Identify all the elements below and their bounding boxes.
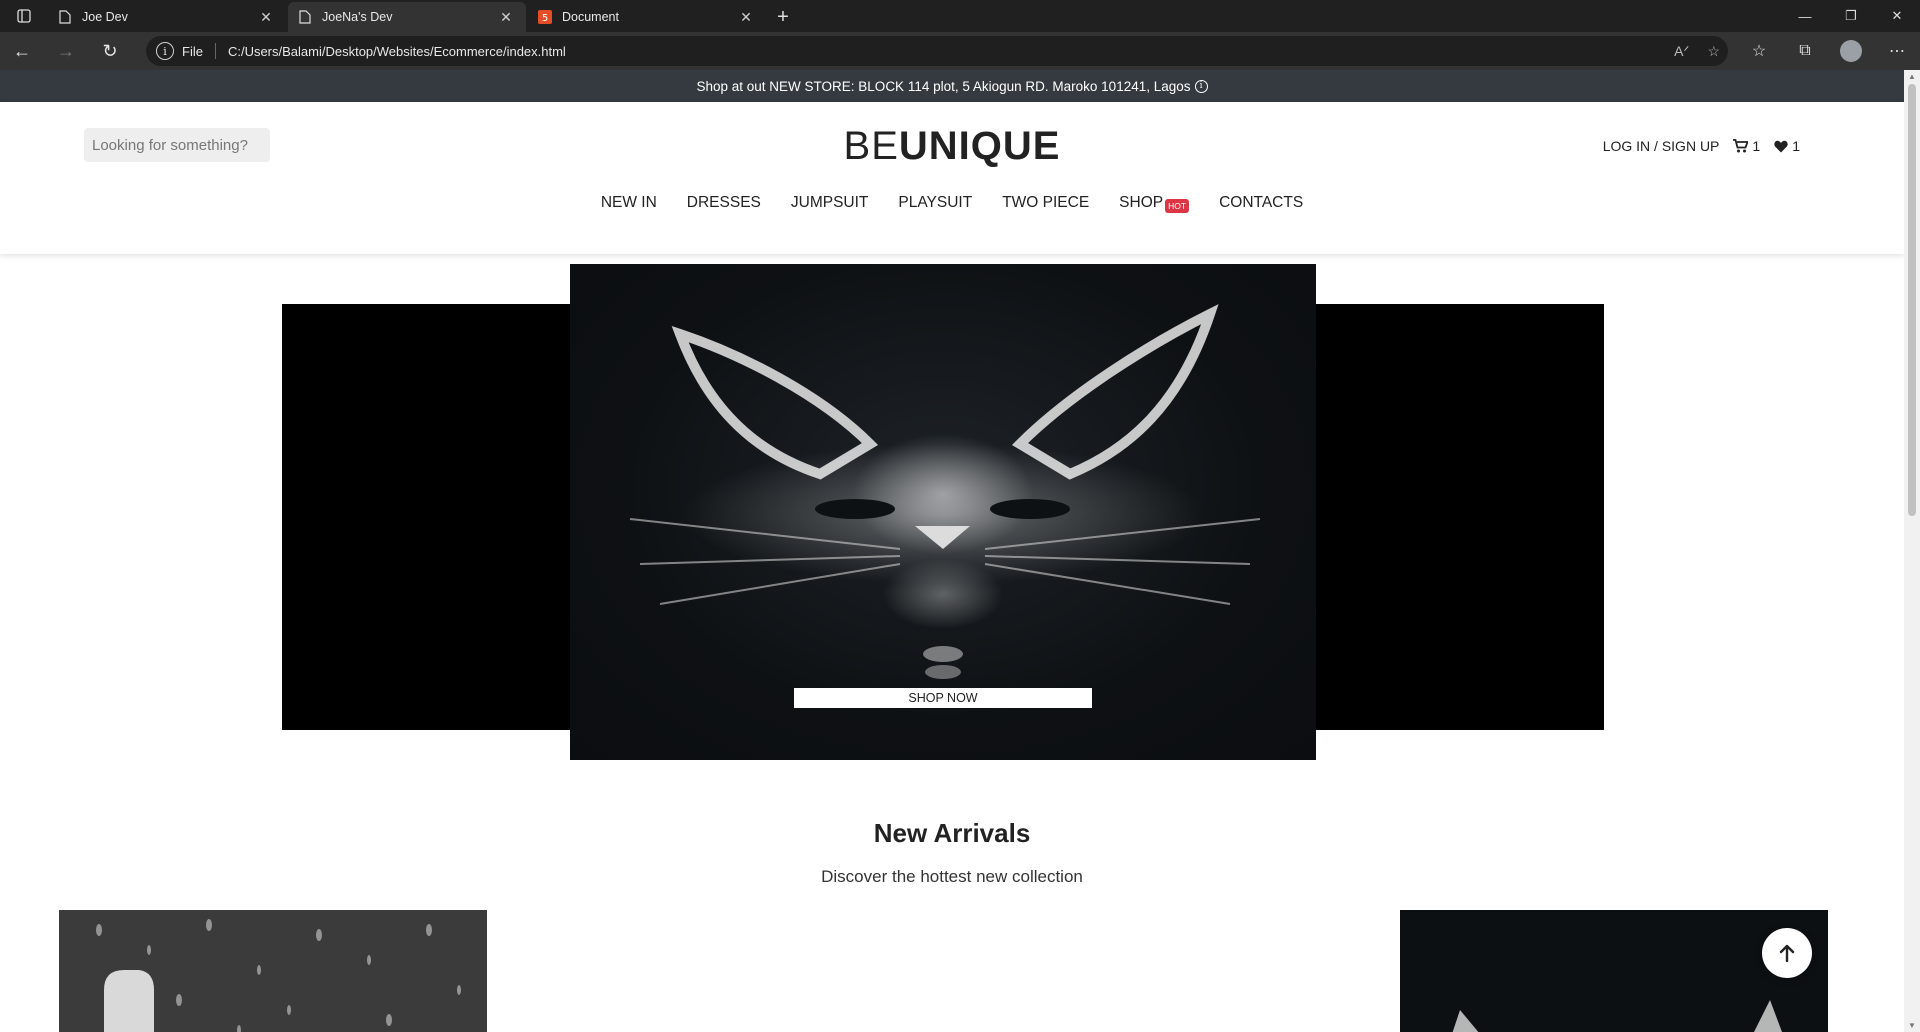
- restore-icon[interactable]: ❐: [1828, 0, 1874, 32]
- nav-item-shop[interactable]: SHOP HOT: [1119, 194, 1190, 213]
- browser-tab-strip: Joe Dev ✕ JoeNa's Dev ✕ 5 Document ✕ + —…: [0, 0, 1920, 32]
- cart-icon: [1733, 139, 1749, 153]
- add-favorite-icon[interactable]: ☆: [1707, 43, 1720, 60]
- hero-image: SHOP NOW: [570, 264, 1316, 760]
- address-bar[interactable]: i File C:/Users/Balami/Desktop/Websites/…: [146, 36, 1728, 66]
- account-links: LOG IN / SIGN UP 1 1: [1603, 138, 1800, 154]
- scrollbar-thumb[interactable]: [1908, 84, 1916, 516]
- announcement-bar: Shop at out NEW STORE: BLOCK 114 plot, 5…: [0, 70, 1904, 102]
- main-nav: NEW IN DRESSES JUMPSUIT PLAYSUIT TWO PIE…: [0, 194, 1904, 213]
- cat-face-illustration: [629, 304, 1261, 679]
- page-icon: [298, 9, 312, 25]
- new-tab-button[interactable]: +: [768, 2, 798, 32]
- back-icon[interactable]: ←: [0, 32, 44, 70]
- site-header: BEUNIQUE LOG IN / SIGN UP 1 1 NEW IN DRE…: [0, 102, 1904, 254]
- nav-item-playsuit[interactable]: PLAYSUIT: [898, 194, 972, 213]
- favorites-icon[interactable]: ☆: [1736, 32, 1782, 70]
- collections-icon[interactable]: ⧉: [1782, 32, 1828, 70]
- section-subtitle: Discover the hottest new collection: [821, 867, 1083, 886]
- cart-count: 1: [1752, 138, 1761, 154]
- announcement-text: Shop at out NEW STORE: BLOCK 114 plot, 5…: [696, 78, 1191, 94]
- hot-badge: HOT: [1165, 199, 1190, 213]
- refresh-icon[interactable]: ↻: [88, 32, 132, 70]
- nav-item-shop-label: SHOP: [1119, 194, 1164, 211]
- login-link[interactable]: LOG IN / SIGN UP: [1603, 138, 1720, 154]
- svg-text:5: 5: [542, 13, 548, 24]
- info-icon[interactable]: i: [156, 42, 174, 60]
- nav-item-jumpsuit[interactable]: JUMPSUIT: [791, 194, 869, 213]
- close-icon[interactable]: ✕: [736, 7, 756, 27]
- close-window-icon[interactable]: ✕: [1874, 0, 1920, 32]
- toolbar-actions: ☆ ⧉ ⋯: [1736, 32, 1920, 70]
- wishlist-link[interactable]: 1: [1774, 138, 1800, 154]
- scroll-up-arrow-icon[interactable]: ▲: [1908, 72, 1916, 81]
- scroll-to-top-button[interactable]: [1762, 928, 1812, 978]
- nav-item-new-in[interactable]: NEW IN: [601, 194, 657, 213]
- page-viewport: Shop at out NEW STORE: BLOCK 114 plot, 5…: [0, 70, 1904, 1032]
- close-icon[interactable]: ✕: [496, 7, 516, 27]
- html5-icon: 5: [538, 9, 552, 25]
- more-menu-icon[interactable]: ⋯: [1874, 32, 1920, 70]
- url-text[interactable]: C:/Users/Balami/Desktop/Websites/Ecommer…: [228, 44, 566, 59]
- page-icon: [58, 9, 72, 25]
- brand-bold: UNIQUE: [898, 124, 1061, 168]
- product-photo: [59, 910, 487, 1032]
- arrow-up-icon: [1779, 944, 1795, 962]
- protocol-label: File: [182, 43, 203, 59]
- profile-avatar[interactable]: [1840, 40, 1862, 62]
- minimize-icon[interactable]: —: [1782, 0, 1828, 32]
- brand-light: BE: [843, 124, 899, 168]
- info-icon: i: [1194, 79, 1208, 93]
- page-scrollbar[interactable]: ▲ ▼: [1904, 70, 1920, 1032]
- nav-item-dresses[interactable]: DRESSES: [687, 194, 761, 213]
- nav-item-two-piece[interactable]: TWO PIECE: [1002, 194, 1089, 213]
- nav-item-contacts[interactable]: CONTACTS: [1219, 194, 1303, 213]
- browser-tab-2[interactable]: JoeNa's Dev ✕: [288, 2, 526, 32]
- heart-icon: [1774, 140, 1788, 152]
- divider: [214, 43, 216, 59]
- product-photo: [1400, 910, 1828, 1032]
- tab-title: Joe Dev: [82, 10, 128, 24]
- tab-actions-icon[interactable]: [0, 0, 48, 32]
- read-aloud-icon[interactable]: Aᐟ: [1674, 43, 1689, 60]
- cart-link[interactable]: 1: [1733, 138, 1760, 154]
- product-image[interactable]: [1400, 910, 1828, 1032]
- product-image[interactable]: [59, 910, 487, 1032]
- omnibox-actions: Aᐟ ☆: [1674, 36, 1720, 66]
- browser-tab-1[interactable]: Joe Dev ✕: [48, 2, 286, 32]
- tab-title: Document: [562, 10, 619, 24]
- browser-toolbar: ← → ↻ i File C:/Users/Balami/Desktop/Web…: [0, 32, 1920, 70]
- browser-tab-3[interactable]: 5 Document ✕: [528, 2, 766, 32]
- scroll-down-arrow-icon[interactable]: ▼: [1908, 1021, 1916, 1030]
- shop-now-button[interactable]: SHOP NOW: [794, 688, 1092, 708]
- wishlist-count: 1: [1792, 138, 1800, 154]
- tab-title: JoeNa's Dev: [322, 10, 393, 24]
- section-title: New Arrivals: [873, 818, 1031, 848]
- close-icon[interactable]: ✕: [256, 7, 276, 27]
- forward-icon[interactable]: →: [44, 32, 88, 70]
- window-controls: — ❐ ✕: [1782, 0, 1920, 32]
